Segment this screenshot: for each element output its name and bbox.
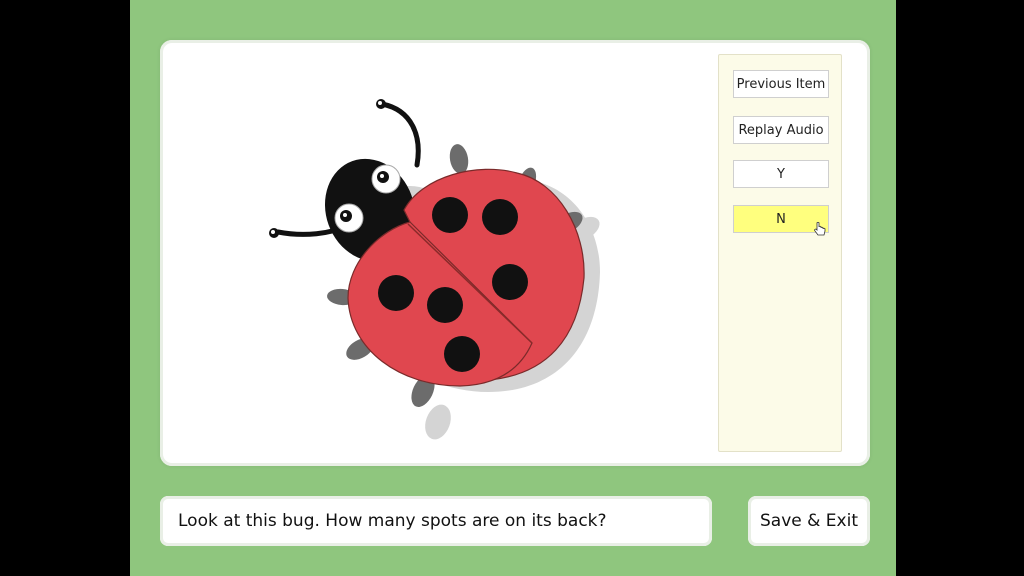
answer-n-label: N [776,211,786,227]
answer-y-label: Y [777,166,785,182]
save-exit-label: Save & Exit [760,511,858,531]
question-text: Look at this bug. How many spots are on … [178,511,607,531]
previous-item-button[interactable]: Previous Item [733,70,829,98]
replay-audio-button[interactable]: Replay Audio [733,116,829,144]
save-exit-button[interactable]: Save & Exit [748,496,870,546]
app-frame: Previous Item Replay Audio Y N Look at t… [130,0,896,576]
previous-item-label: Previous Item [736,76,826,92]
replay-audio-label: Replay Audio [738,122,824,138]
pointer-cursor-icon [814,222,826,236]
question-prompt: Look at this bug. How many spots are on … [160,496,712,546]
answer-panel: Previous Item Replay Audio Y N [718,54,842,452]
answer-n-button[interactable]: N [733,205,829,236]
answer-y-button[interactable]: Y [733,160,829,188]
